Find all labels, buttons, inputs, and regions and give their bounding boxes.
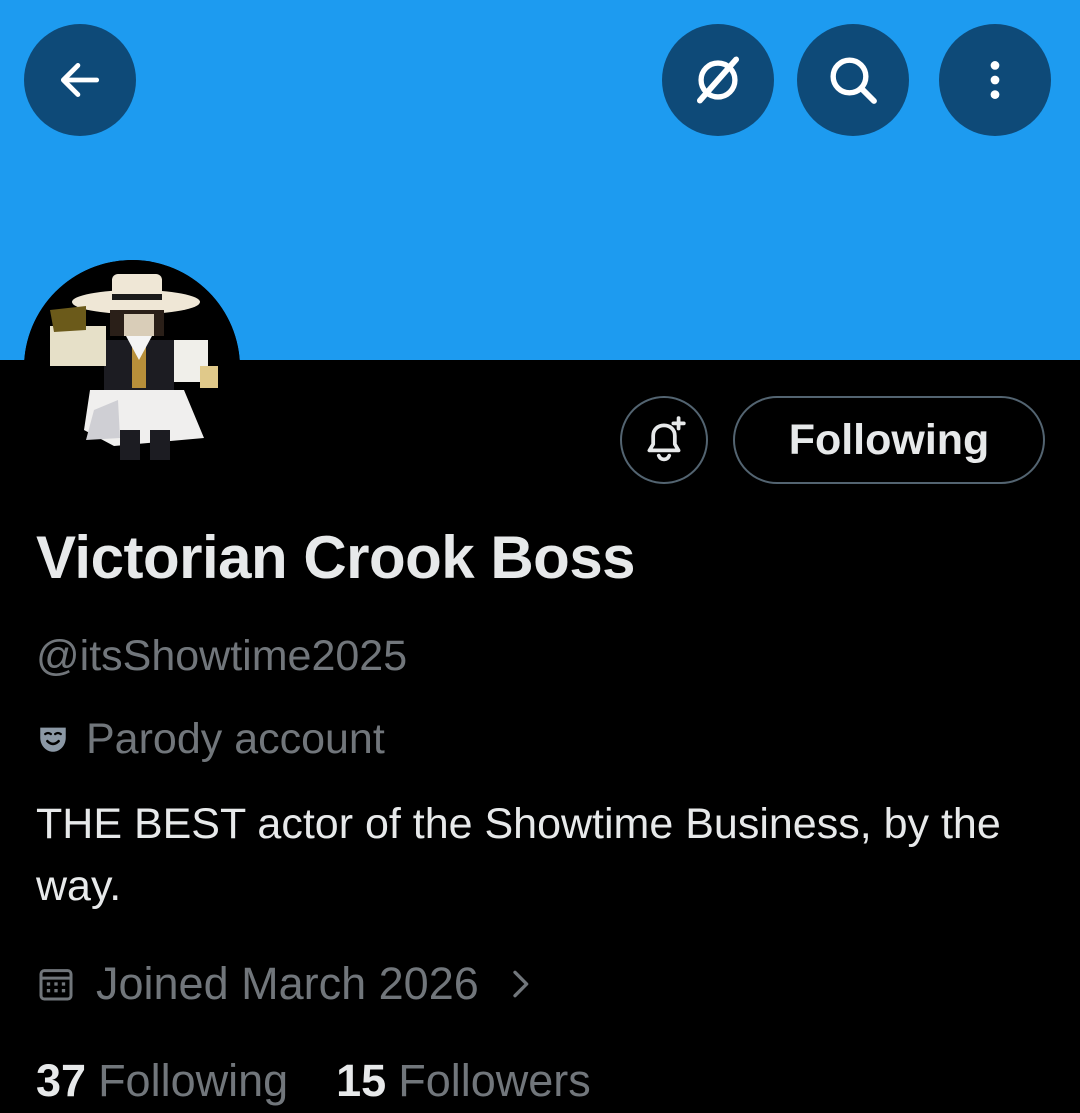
chevron-right-icon: [505, 964, 535, 1004]
profile-stats: 37 Following 15 Followers: [36, 1052, 591, 1110]
more-button[interactable]: [939, 24, 1051, 136]
following-count-link[interactable]: 37 Following: [36, 1055, 288, 1107]
followers-count-link[interactable]: 15 Followers: [336, 1055, 591, 1107]
bio: THE BEST actor of the Showtime Business,…: [36, 800, 1001, 910]
notify-button[interactable]: [620, 396, 708, 484]
followers-count-label: Followers: [398, 1055, 591, 1106]
following-button-label: Following: [788, 415, 990, 464]
profile-page: Following Victorian Crook Boss @itsShowt…: [0, 0, 1080, 1113]
search-icon: [830, 57, 877, 104]
joined-date[interactable]: Joined March 2026: [36, 955, 535, 1013]
arrow-left-icon: [60, 63, 100, 97]
bell-plus-icon: [647, 416, 686, 462]
following-button[interactable]: Following: [733, 396, 1045, 484]
parody-label-text: Parody account: [86, 714, 385, 763]
followers-count: 15: [336, 1055, 387, 1106]
grok-button[interactable]: [662, 24, 774, 136]
more-vertical-icon: [990, 61, 1000, 99]
joined-date-text: Joined March 2026: [96, 958, 479, 1009]
parody-mask-icon: [36, 722, 70, 756]
grok-icon: [696, 56, 740, 104]
avatar-image: [24, 260, 240, 476]
following-count: 37: [36, 1055, 87, 1106]
avatar[interactable]: [24, 260, 240, 476]
handle: @itsShowtime2025: [36, 632, 408, 680]
back-button[interactable]: [24, 24, 136, 136]
display-name: Victorian Crook Boss: [36, 524, 636, 591]
calendar-icon: [36, 964, 76, 1004]
search-button[interactable]: [797, 24, 909, 136]
parody-label: Parody account: [36, 712, 385, 766]
following-count-label: Following: [98, 1055, 289, 1106]
